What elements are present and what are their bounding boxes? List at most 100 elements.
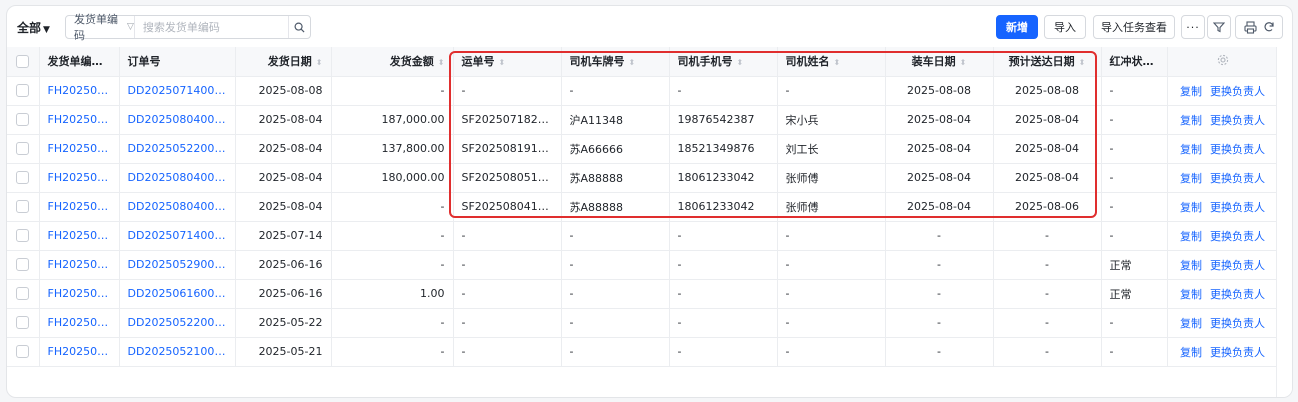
copy-button[interactable]: 复制 (1180, 172, 1202, 185)
table-cell[interactable]: FH20250804... (39, 192, 120, 222)
table-cell[interactable]: DD2025080400008 (119, 105, 236, 135)
row-checkbox-cell[interactable] (7, 308, 40, 338)
row-checkbox-cell[interactable] (7, 250, 40, 280)
row-checkbox[interactable] (16, 171, 30, 185)
search-input[interactable] (134, 16, 288, 38)
reassign-owner-button[interactable]: 更换负责人 (1210, 85, 1265, 98)
column-header[interactable]: 司机车牌号 ⬍ (561, 47, 670, 77)
copy-button[interactable]: 复制 (1180, 346, 1202, 359)
table-row[interactable]: FH20250521...DD20250521000012025-05-21--… (7, 337, 1279, 367)
import-button[interactable]: 导入 (1044, 15, 1086, 39)
reassign-owner-button[interactable]: 更换负责人 (1210, 230, 1265, 243)
vertical-scrollbar[interactable] (1276, 47, 1292, 397)
row-checkbox-cell[interactable] (7, 163, 40, 193)
copy-button[interactable]: 复制 (1180, 201, 1202, 214)
table-cell[interactable]: DD2025052100001 (119, 337, 236, 367)
column-settings-cell[interactable] (1167, 47, 1279, 77)
row-checkbox[interactable] (16, 229, 30, 243)
table-row[interactable]: FH20250522...DD20250522000022025-05-22--… (7, 308, 1279, 338)
row-checkbox-cell[interactable] (7, 76, 40, 106)
table-cell[interactable]: FH20250521... (39, 337, 120, 367)
copy-button[interactable]: 复制 (1180, 288, 1202, 301)
more-button[interactable]: ··· (1181, 15, 1205, 39)
column-header[interactable]: 订单号 (119, 47, 236, 77)
row-checkbox[interactable] (16, 200, 30, 214)
table-row[interactable]: FH20250616...DD20250529000032025-06-16--… (7, 250, 1279, 280)
row-checkbox[interactable] (16, 316, 30, 330)
column-header[interactable]: 装车日期 ⬍ (885, 47, 994, 77)
row-checkbox-cell[interactable] (7, 134, 40, 164)
scope-dropdown[interactable]: 全部 ▼ (17, 19, 50, 36)
column-header[interactable]: 发货单编码 ⬍ (39, 47, 120, 77)
table-cell[interactable]: DD2025061600004 (119, 279, 236, 309)
table-cell[interactable]: DD2025071400006 (119, 221, 236, 251)
table-cell: 张师傅 (777, 163, 886, 193)
reassign-owner-button[interactable]: 更换负责人 (1210, 346, 1265, 359)
column-header[interactable]: 预计送达日期 ⬍ (993, 47, 1102, 77)
table-cell[interactable]: FH20250522... (39, 308, 120, 338)
table-cell[interactable]: FH20250714... (39, 221, 120, 251)
column-header[interactable]: 运单号 ⬍ (453, 47, 562, 77)
refresh-icon[interactable] (1263, 21, 1275, 33)
row-checkbox-cell[interactable] (7, 337, 40, 367)
gear-icon[interactable] (1217, 54, 1229, 66)
import-tasks-button[interactable]: 导入任务查看 (1093, 15, 1175, 39)
table-cell[interactable]: FH20250808... (39, 76, 120, 106)
column-header[interactable]: 司机姓名 ⬍ (777, 47, 886, 77)
select-all-checkbox[interactable] (16, 55, 30, 68)
search-button[interactable] (287, 16, 310, 38)
table-cell[interactable]: DD2025080400008 (119, 192, 236, 222)
reassign-owner-button[interactable]: 更换负责人 (1210, 114, 1265, 127)
reassign-owner-button[interactable]: 更换负责人 (1210, 172, 1265, 185)
row-checkbox[interactable] (16, 84, 30, 98)
column-header[interactable]: 司机手机号 ⬍ (669, 47, 778, 77)
table-row[interactable]: FH20250804...DD20250804000082025-08-0418… (7, 163, 1279, 193)
table-cell[interactable]: DD2025052900003 (119, 250, 236, 280)
table-cell[interactable]: FH20250804... (39, 134, 120, 164)
reassign-owner-button[interactable]: 更换负责人 (1210, 143, 1265, 156)
reassign-owner-button[interactable]: 更换负责人 (1210, 259, 1265, 272)
copy-button[interactable]: 复制 (1180, 85, 1202, 98)
reassign-owner-button[interactable]: 更换负责人 (1210, 317, 1265, 330)
row-checkbox-cell[interactable] (7, 221, 40, 251)
copy-button[interactable]: 复制 (1180, 230, 1202, 243)
table-row[interactable]: FH20250804...DD20250804000082025-08-04-S… (7, 192, 1279, 222)
add-button[interactable]: 新增 (996, 15, 1038, 39)
column-header[interactable]: 发货金额 ⬍ (331, 47, 454, 77)
row-checkbox[interactable] (16, 345, 30, 359)
table-cell[interactable]: DD2025052200002 (119, 134, 236, 164)
table-cell[interactable]: FH20250616... (39, 279, 120, 309)
table-cell[interactable]: FH20250804... (39, 163, 120, 193)
column-header[interactable]: 发货日期 ⬍ (235, 47, 332, 77)
copy-button[interactable]: 复制 (1180, 259, 1202, 272)
row-checkbox[interactable] (16, 113, 30, 127)
search-field-select[interactable]: 发货单编码 ▽ (66, 13, 135, 42)
table-cell[interactable]: FH20250804... (39, 105, 120, 135)
row-checkbox[interactable] (16, 287, 30, 301)
table-cell[interactable]: FH20250616... (39, 250, 120, 280)
copy-button[interactable]: 复制 (1180, 317, 1202, 330)
copy-button[interactable]: 复制 (1180, 114, 1202, 127)
reassign-owner-button[interactable]: 更换负责人 (1210, 288, 1265, 301)
table-cell[interactable]: DD2025080400008 (119, 163, 236, 193)
table-row[interactable]: FH20250804...DD20250804000082025-08-0418… (7, 105, 1279, 135)
row-checkbox[interactable] (16, 142, 30, 156)
table-row[interactable]: FH20250804...DD20250522000022025-08-0413… (7, 134, 1279, 164)
row-checkbox-cell[interactable] (7, 192, 40, 222)
copy-button[interactable]: 复制 (1180, 143, 1202, 156)
table-row[interactable]: FH20250714...DD20250714000062025-07-14--… (7, 221, 1279, 251)
row-checkbox-cell[interactable] (7, 279, 40, 309)
row-checkbox-cell[interactable] (7, 105, 40, 135)
table-cell[interactable]: DD2025052200002 (119, 308, 236, 338)
table-row[interactable]: FH20250616...DD20250616000042025-06-161.… (7, 279, 1279, 309)
reassign-owner-button[interactable]: 更换负责人 (1210, 201, 1265, 214)
sort-icon: ⬍ (959, 58, 967, 68)
row-checkbox[interactable] (16, 258, 30, 272)
column-header[interactable]: 红冲状态 ⬍ (1101, 47, 1168, 77)
table-cell[interactable]: DD2025071400006 (119, 76, 236, 106)
print-icon[interactable] (1243, 20, 1257, 34)
filter-button[interactable] (1207, 15, 1231, 39)
table-row[interactable]: FH20250808...DD20250714000062025-08-08--… (7, 76, 1279, 106)
select-all-checkbox-cell[interactable] (7, 47, 40, 77)
table-cell: - (331, 76, 454, 106)
